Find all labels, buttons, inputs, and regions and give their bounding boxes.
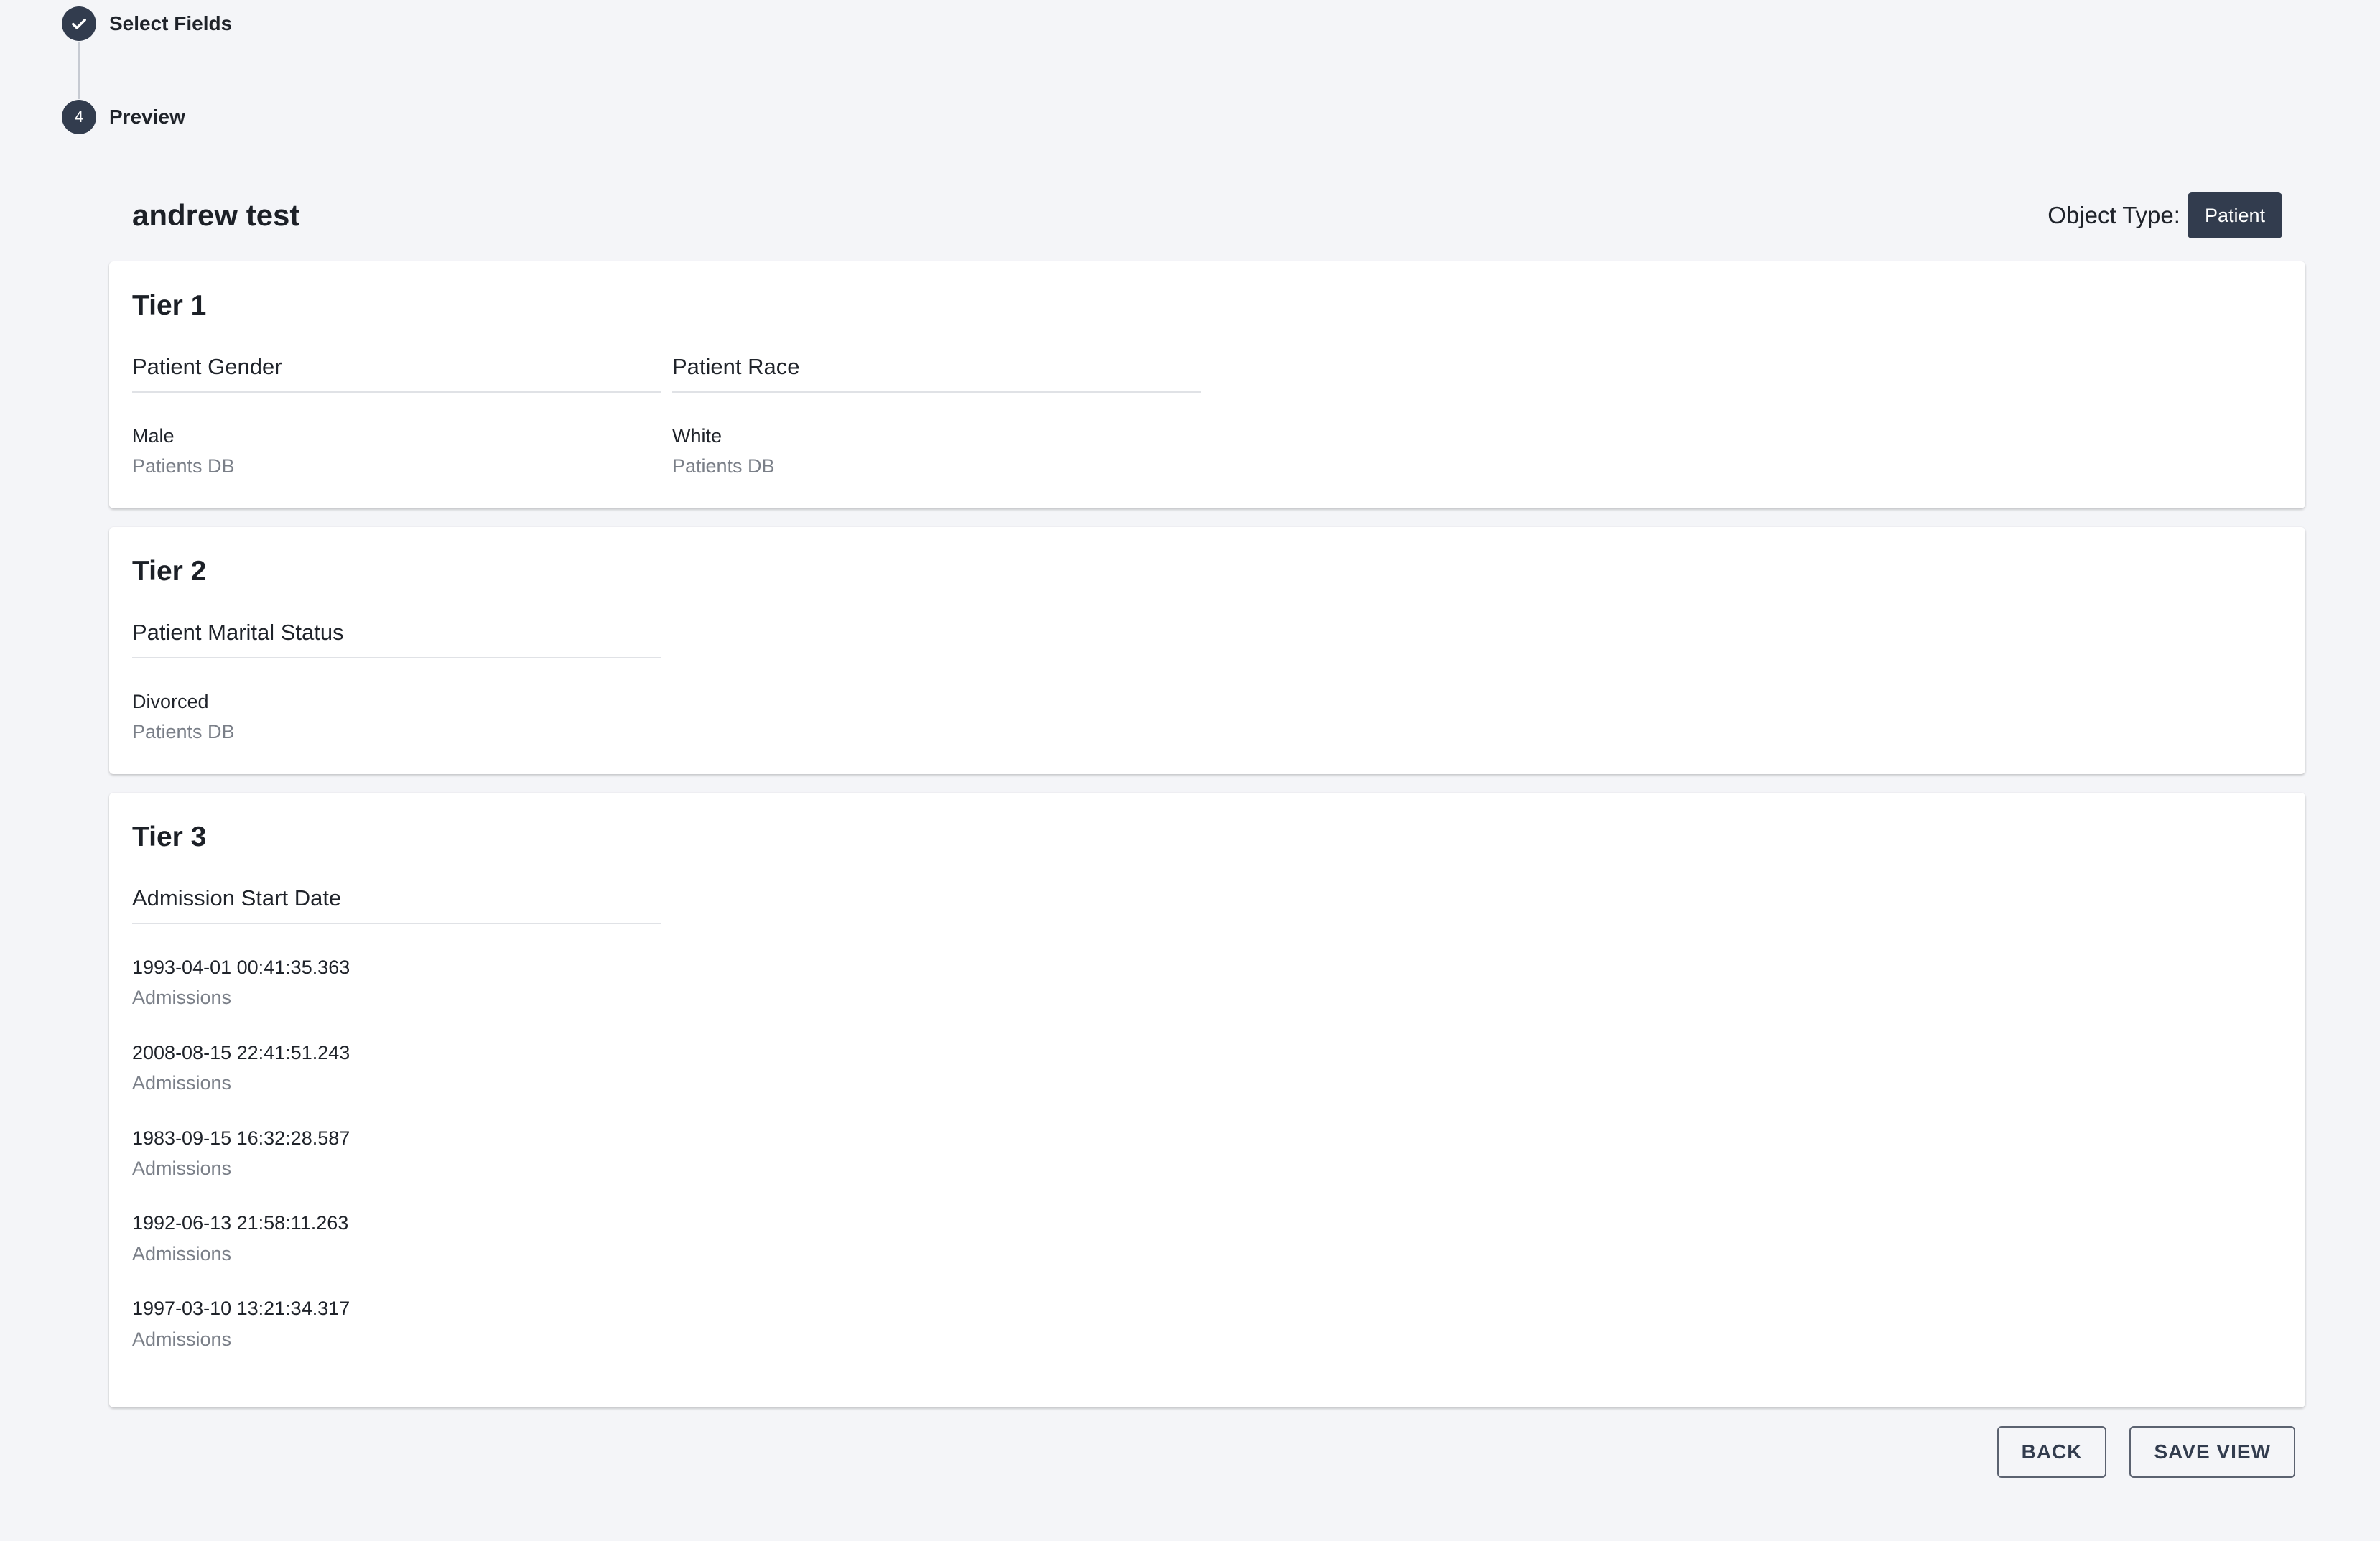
value-entry: White Patients DB	[672, 424, 1201, 478]
check-icon	[72, 19, 86, 29]
value-text: 1992-06-13 21:58:11.263	[132, 1212, 349, 1234]
value-source: Admissions	[132, 1157, 232, 1179]
field-column-patient-marital-status: Patient Marital Status Divorced Patients…	[132, 620, 661, 776]
value-source: Admissions	[132, 987, 232, 1009]
object-type: Object Type: Patient	[2047, 192, 2282, 238]
value-source: Patients DB	[672, 455, 775, 478]
field-column-admission-start-date: Admission Start Date 1993-04-01 00:41:35…	[132, 885, 661, 1382]
value-entry: 2008-08-15 22:41:51.243 Admissions	[132, 1041, 661, 1095]
step-label: Preview	[109, 106, 185, 128]
stepper: Select Fields 4 Preview	[62, 6, 232, 135]
field-column-patient-gender: Patient Gender Male Patients DB	[132, 354, 661, 510]
value-text: 1983-09-15 16:32:28.587	[132, 1127, 350, 1149]
footer-actions: BACK SAVE VIEW	[1974, 1426, 2295, 1478]
value-source: Patients DB	[132, 721, 235, 743]
value-entry: 1992-06-13 21:58:11.263 Admissions	[132, 1211, 661, 1265]
tier-title: Tier 1	[132, 290, 207, 321]
field-header: Admission Start Date	[132, 885, 661, 924]
value-source: Admissions	[132, 1072, 232, 1094]
value-entry: 1993-04-01 00:41:35.363 Admissions	[132, 956, 661, 1010]
tier-fields: Admission Start Date 1993-04-01 00:41:35…	[132, 885, 2282, 1382]
view-header: andrew test Object Type: Patient	[132, 192, 2282, 238]
field-column-patient-race: Patient Race White Patients DB	[672, 354, 1201, 510]
value-list: Male Patients DB	[132, 424, 661, 478]
value-entry: 1983-09-15 16:32:28.587 Admissions	[132, 1127, 661, 1181]
value-text: Male	[132, 425, 175, 447]
value-text: 1997-03-10 13:21:34.317	[132, 1298, 350, 1320]
tier-title: Tier 3	[132, 821, 207, 852]
value-entry: Divorced Patients DB	[132, 690, 661, 744]
tier-fields: Patient Gender Male Patients DB Patient …	[132, 354, 2282, 510]
value-source: Admissions	[132, 1242, 232, 1265]
tier-card-2: Tier 2 Patient Marital Status Divorced P…	[109, 527, 2305, 774]
field-header: Patient Marital Status	[132, 620, 661, 658]
value-source: Patients DB	[132, 455, 235, 478]
step-connector	[78, 42, 80, 99]
value-list: Divorced Patients DB	[132, 690, 661, 744]
field-header: Patient Race	[672, 354, 1201, 393]
back-button[interactable]: BACK	[1996, 1426, 2107, 1478]
value-text: White	[672, 425, 722, 447]
field-header: Patient Gender	[132, 354, 661, 393]
value-entry: Male Patients DB	[132, 424, 661, 478]
step-preview[interactable]: 4 Preview	[62, 99, 232, 135]
step-label: Select Fields	[109, 12, 233, 34]
value-text: 1993-04-01 00:41:35.363	[132, 956, 350, 978]
save-view-button[interactable]: SAVE VIEW	[2129, 1426, 2295, 1478]
view-builder-page: Select Fields 4 Preview andrew test Obje…	[0, 0, 2380, 1541]
view-title: andrew test	[132, 198, 300, 232]
value-text: Divorced	[132, 691, 209, 712]
value-source: Admissions	[132, 1328, 232, 1350]
tier-card-3: Tier 3 Admission Start Date 1993-04-01 0…	[109, 793, 2305, 1407]
step-number-circle: 4	[62, 100, 96, 134]
tier-fields: Patient Marital Status Divorced Patients…	[132, 620, 2282, 776]
tier-card-1: Tier 1 Patient Gender Male Patients DB P…	[109, 261, 2305, 508]
object-type-chip: Patient	[2187, 192, 2282, 238]
value-text: 2008-08-15 22:41:51.243	[132, 1041, 350, 1063]
value-list: White Patients DB	[672, 424, 1201, 478]
object-type-label: Object Type:	[2047, 202, 2180, 228]
value-entry: 1997-03-10 13:21:34.317 Admissions	[132, 1297, 661, 1351]
value-list: 1993-04-01 00:41:35.363 Admissions 2008-…	[132, 956, 661, 1351]
step-select-fields[interactable]: Select Fields	[62, 6, 232, 42]
tier-title: Tier 2	[132, 556, 207, 587]
step-completed-circle	[62, 6, 96, 41]
